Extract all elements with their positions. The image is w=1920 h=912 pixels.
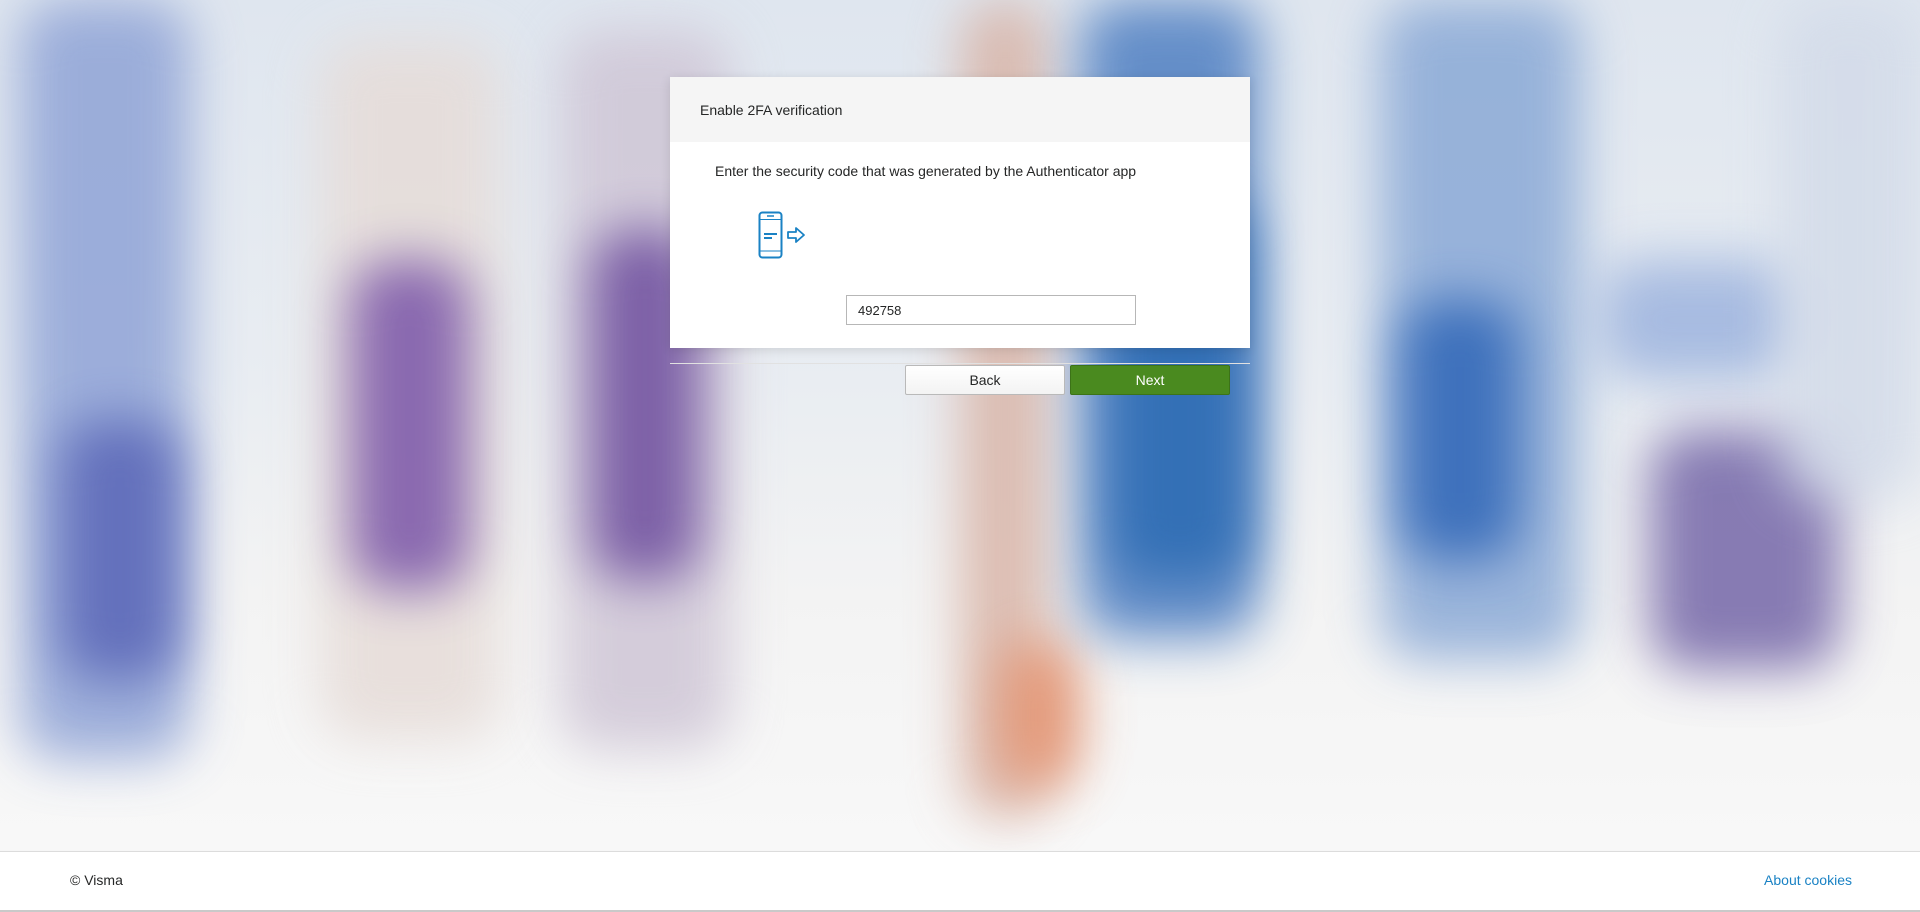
instruction-text: Enter the security code that was generat… — [715, 163, 1137, 179]
enable-2fa-dialog: Enable 2FA verification Enter the securi… — [670, 77, 1250, 395]
dialog-title: Enable 2FA verification — [700, 101, 843, 118]
back-button[interactable]: Back — [905, 365, 1065, 395]
dialog-body: Enter the security code that was generat… — [670, 142, 1250, 395]
next-button[interactable]: Next — [1070, 365, 1230, 395]
about-cookies-link[interactable]: About cookies — [1764, 872, 1852, 888]
phone-arrow-icon — [758, 211, 810, 261]
footer-divider — [670, 363, 1250, 364]
page-footer: © Visma About cookies — [0, 851, 1920, 911]
security-code-input[interactable] — [846, 295, 1136, 325]
dialog-header: Enable 2FA verification — [670, 77, 1250, 142]
copyright-text: © Visma — [70, 872, 123, 888]
